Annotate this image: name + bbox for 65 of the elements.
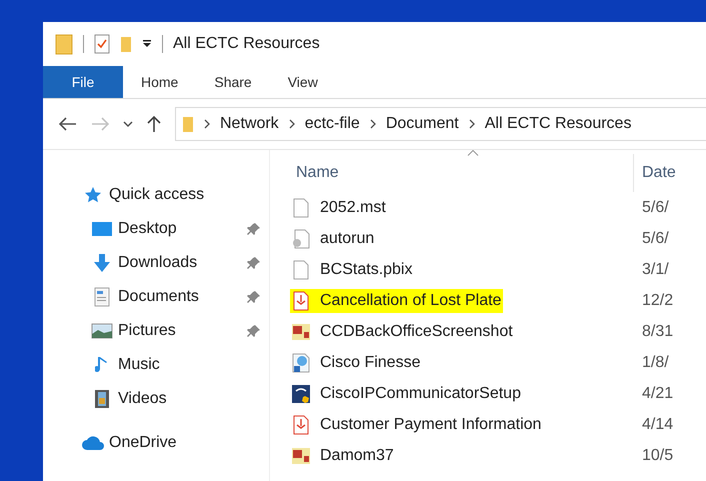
nav-item[interactable]: Pictures [118,319,247,343]
chevron-down-icon[interactable] [123,120,133,128]
date-cell-text: 5/6/ [641,198,669,218]
nav-item[interactable]: Downloads [118,251,247,275]
file-name[interactable]: Cisco Finesse [320,350,420,374]
dropdown-icon[interactable] [142,39,152,49]
file-name[interactable]: 2052.mst [320,196,386,220]
back-icon[interactable] [59,117,77,131]
date-cell-text: 3/1/ [641,260,669,280]
pictures-icon [91,323,113,339]
videos-icon [94,389,110,409]
date-cell-text: 4/21 [641,384,674,404]
date-cell-text: 1/8/ [641,352,669,372]
ribbon-tab[interactable]: File [43,66,123,98]
file-icon [293,260,309,280]
file-icon [293,414,309,434]
column-header[interactable]: Date [642,161,676,185]
chevron-right-icon[interactable] [288,119,295,129]
window-title: All ECTC Resources [173,34,320,54]
file-name[interactable]: BCStats.pbix [320,258,412,282]
cloud-icon [81,435,105,451]
date-cell-text: 5/6/ [641,228,669,248]
ribbon-tab[interactable]: Home [123,66,196,98]
breadcrumb[interactable]: ectc-file [304,112,360,136]
ribbon-tab[interactable]: View [270,66,336,98]
nav-item[interactable]: Music [118,353,261,377]
desktop-icon [91,221,113,237]
file-name[interactable]: CiscoIPCommunicatorSetup [320,382,521,406]
breadcrumb[interactable]: All ECTC Resources [484,112,632,136]
chevron-right-icon[interactable] [204,119,210,129]
column-header[interactable]: Name [296,161,339,185]
music-icon [95,355,109,375]
file-icon [293,290,309,310]
up-arrow-icon[interactable] [147,115,161,133]
file-icon [293,198,309,218]
file-name[interactable]: Customer Payment Information [320,412,542,436]
file-icon [292,228,310,248]
properties-icon[interactable] [94,34,110,54]
file-name[interactable]: Damom37 [320,444,394,468]
date-cell-text: 4/14 [641,414,674,434]
file-icon [291,384,311,404]
chevron-right-icon[interactable] [468,119,475,129]
file-icon [292,352,310,372]
nav-item[interactable]: Quick access [109,183,261,207]
ribbon-tab[interactable]: Share [196,66,270,98]
star-icon [84,186,102,204]
file-icon [291,446,311,464]
date-cell-text: 10/5 [641,446,674,466]
chevron-right-icon[interactable] [370,119,376,129]
breadcrumb[interactable]: Document [386,112,459,136]
download-icon [92,253,112,273]
nav-item[interactable]: Desktop [118,217,247,241]
file-icon [291,322,311,340]
nav-item[interactable]: Videos [118,387,261,411]
nav-item[interactable]: Documents [118,285,247,309]
document-icon [94,287,110,307]
folder-icon [182,115,194,133]
file-name[interactable]: autorun [320,226,374,250]
file-name[interactable]: CCDBackOfficeScreenshot [320,320,513,344]
breadcrumb[interactable]: Network [220,112,279,136]
file-name[interactable]: Cancellation of Lost Plate [320,288,504,312]
address-bar[interactable]: Network ectc-file Document All ECTC Resources [175,107,706,141]
nav-item[interactable]: OneDrive [109,431,261,455]
date-cell-text: 8/31 [641,322,674,342]
date-cell-text: 12/2 [641,290,674,310]
